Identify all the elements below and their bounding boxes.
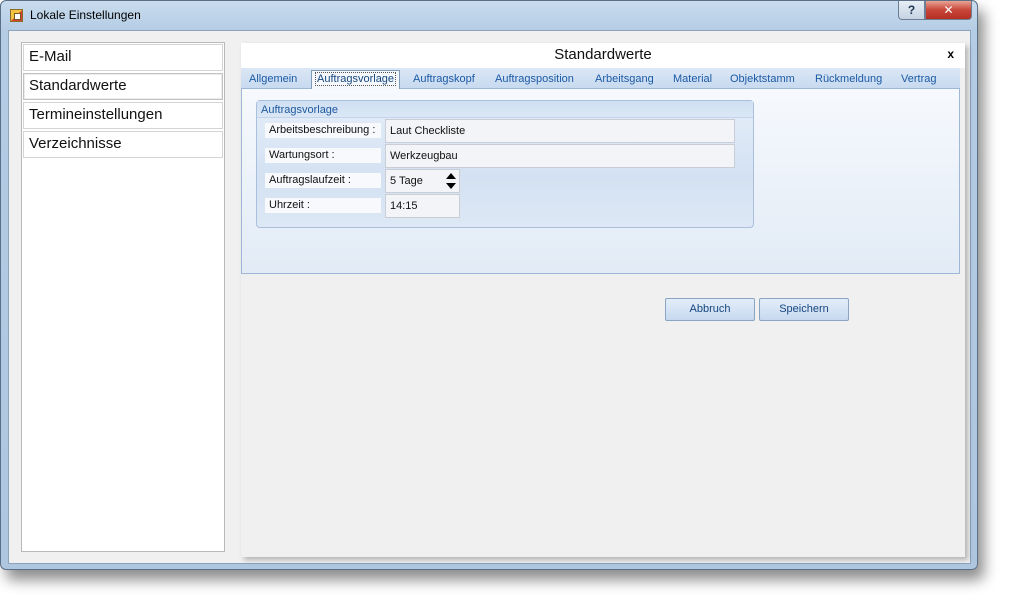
cancel-button[interactable]: Abbruch	[665, 298, 755, 321]
auftragslaufzeit-stepper[interactable]: 5 Tage	[385, 169, 460, 193]
client-area: E-Mail Standardwerte Termineinstellungen…	[8, 30, 971, 564]
help-button[interactable]: ?	[898, 1, 925, 20]
tab-material[interactable]: Material	[673, 70, 712, 89]
tab-arbeitsgang[interactable]: Arbeitsgang	[595, 70, 654, 89]
nav-item-email[interactable]: E-Mail	[23, 44, 223, 71]
settings-nav: E-Mail Standardwerte Termineinstellungen…	[21, 42, 225, 552]
auftragslaufzeit-label: Auftragslaufzeit :	[265, 173, 381, 188]
settings-window: Lokale Einstellungen ? ✕ E-Mail Standard…	[0, 0, 978, 570]
uhrzeit-label: Uhrzeit :	[265, 198, 381, 213]
nav-item-standardwerte[interactable]: Standardwerte	[23, 73, 223, 100]
app-icon	[10, 9, 23, 22]
group-title: Auftragsvorlage	[257, 101, 753, 118]
tab-vertrag[interactable]: Vertrag	[901, 70, 936, 89]
nav-item-verzeichnisse[interactable]: Verzeichnisse	[23, 131, 223, 158]
uhrzeit-field[interactable]: 14:15	[385, 194, 460, 218]
tab-auftragskopf[interactable]: Auftragskopf	[413, 70, 475, 89]
spin-down-icon[interactable]	[446, 183, 456, 189]
standardwerte-panel: Standardwerte x Allgemein Auftragsvorlag…	[241, 43, 965, 557]
tab-auftragsposition[interactable]: Auftragsposition	[495, 70, 574, 89]
arbeitsbeschreibung-label: Arbeitsbeschreibung :	[265, 123, 381, 138]
save-button[interactable]: Speichern	[759, 298, 849, 321]
title-bar: Lokale Einstellungen ? ✕	[1, 1, 977, 31]
auftragslaufzeit-value: 5 Tage	[390, 175, 423, 187]
window-title: Lokale Einstellungen	[30, 8, 141, 22]
tab-bar: Allgemein Auftragsvorlage Auftragskopf A…	[241, 68, 960, 89]
wartungsort-field[interactable]: Werkzeugbau	[385, 144, 735, 168]
tab-auftragsvorlage[interactable]: Auftragsvorlage	[311, 70, 401, 89]
wartungsort-label: Wartungsort :	[265, 148, 381, 163]
tab-content: Auftragsvorlage Arbeitsbeschreibung : La…	[241, 89, 960, 274]
tab-allgemein[interactable]: Allgemein	[249, 70, 297, 89]
spin-up-icon[interactable]	[446, 173, 456, 179]
tab-auftragsvorlage-label: Auftragsvorlage	[315, 72, 397, 86]
panel-title: Standardwerte	[554, 46, 652, 63]
tab-objektstamm[interactable]: Objektstamm	[730, 70, 795, 89]
nav-item-termineinstellungen[interactable]: Termineinstellungen	[23, 102, 223, 129]
panel-close-icon[interactable]: x	[947, 47, 954, 61]
arbeitsbeschreibung-field[interactable]: Laut Checkliste	[385, 119, 735, 143]
tab-rueckmeldung[interactable]: Rückmeldung	[815, 70, 882, 89]
auftragsvorlage-group: Auftragsvorlage Arbeitsbeschreibung : La…	[256, 100, 754, 228]
panel-header: Standardwerte	[241, 43, 965, 68]
close-window-button[interactable]: ✕	[925, 1, 972, 20]
